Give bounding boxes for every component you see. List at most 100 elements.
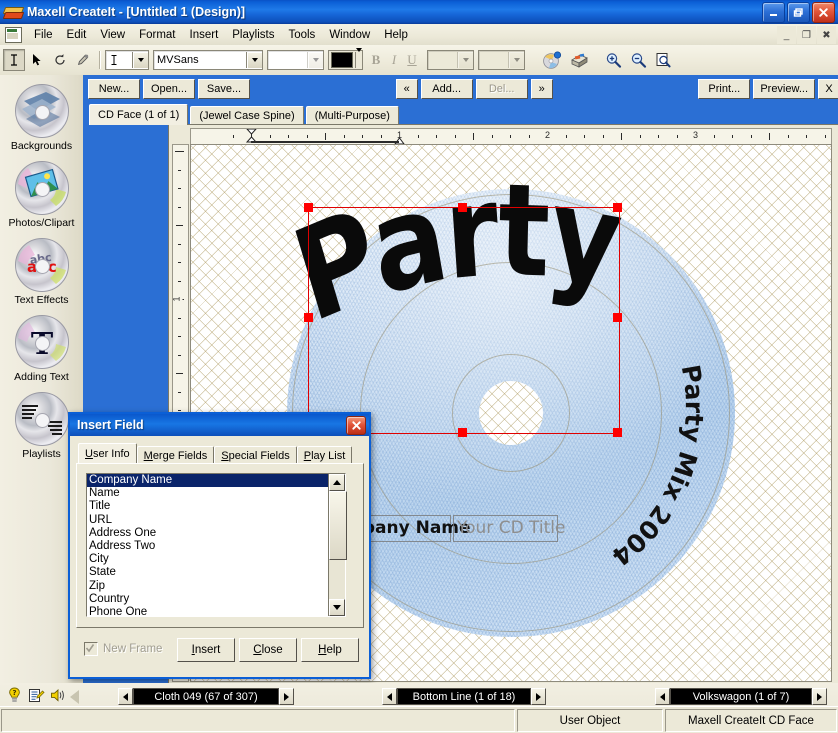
field-list-item[interactable]: URL	[87, 514, 328, 527]
field-list-item[interactable]: Company Name	[87, 474, 328, 488]
scroll-down-button[interactable]	[329, 599, 345, 616]
minimize-button[interactable]	[762, 2, 785, 23]
clipart-spinner[interactable]: Volkswagon (1 of 7)	[655, 688, 827, 705]
bottomline-prev-button[interactable]	[382, 688, 397, 705]
background-next-button[interactable]	[279, 688, 294, 705]
extra-combo-2[interactable]	[478, 50, 525, 70]
eyedropper-tool-icon[interactable]	[72, 49, 94, 71]
text-color-combo[interactable]	[328, 48, 363, 70]
bold-button[interactable]: B	[367, 51, 385, 69]
clipart-next-button[interactable]	[812, 688, 827, 705]
print-setup-icon[interactable]	[566, 49, 592, 71]
field-list-item[interactable]: City	[87, 553, 328, 566]
mdi-close-button[interactable]: ✖	[817, 26, 836, 44]
field-list-item[interactable]: Zip	[87, 580, 328, 593]
dialog-tab-user-info[interactable]: User Info	[78, 443, 137, 464]
close-dialog-button[interactable]: Close	[239, 638, 297, 662]
field-list-item[interactable]: Address One	[87, 527, 328, 540]
print-button[interactable]: Print...	[698, 79, 751, 99]
font-dropdown-arrow[interactable]	[246, 52, 262, 68]
sidebar-item-text-effects[interactable]: abc abc Text Effects	[0, 229, 83, 306]
field-list-item[interactable]: Phone One	[87, 606, 328, 616]
background-spinner[interactable]: Cloth 049 (67 of 307)	[118, 688, 294, 705]
sidebar-item-backgrounds[interactable]: Backgrounds	[0, 75, 83, 152]
help-button[interactable]: Help	[301, 638, 359, 662]
selection-handle-mr[interactable]	[613, 313, 622, 322]
sidebar-item-photos-clipart[interactable]: Photos/Clipart	[0, 152, 83, 229]
background-prev-button[interactable]	[118, 688, 133, 705]
menu-window[interactable]: Window	[322, 27, 377, 43]
field-list-container[interactable]: Company Name Name Title URL Address One Addre…	[86, 473, 347, 617]
underline-button[interactable]: U	[403, 51, 421, 69]
selection-handle-tr[interactable]	[613, 203, 622, 212]
bottomline-next-button[interactable]	[531, 688, 546, 705]
selection-handle-ml[interactable]	[304, 313, 313, 322]
new-button[interactable]: New...	[88, 79, 140, 99]
zoom-page-icon[interactable]	[651, 49, 675, 71]
close-document-button[interactable]: X	[818, 79, 838, 99]
menu-tools[interactable]: Tools	[281, 27, 322, 43]
new-frame-checkbox-group[interactable]: New Frame	[84, 642, 162, 656]
menu-edit[interactable]: Edit	[60, 27, 94, 43]
next-page-button[interactable]: »	[530, 79, 553, 99]
menu-help[interactable]: Help	[377, 27, 415, 43]
notes-icon[interactable]	[28, 687, 45, 704]
save-button[interactable]: Save...	[198, 79, 250, 99]
selection-handle-tc[interactable]	[458, 203, 467, 212]
document-icon[interactable]	[5, 26, 22, 43]
field-list-item[interactable]: Country	[87, 593, 328, 606]
scroll-up-button[interactable]	[329, 474, 345, 491]
cd-preview-icon[interactable]	[539, 49, 565, 71]
zoom-in-icon[interactable]	[601, 49, 625, 71]
field-list-item[interactable]: Address Two	[87, 540, 328, 553]
preview-button[interactable]: Preview...	[753, 79, 815, 99]
horizontal-ruler[interactable]: 123	[190, 128, 832, 145]
rotate-tool-icon[interactable]	[49, 49, 71, 71]
insert-button[interactable]: Insert	[177, 638, 235, 662]
menu-file[interactable]: File	[27, 27, 60, 43]
dialog-tab-merge-fields[interactable]: Merge Fields	[136, 446, 215, 464]
open-button[interactable]: Open...	[143, 79, 195, 99]
field-list[interactable]: Company Name Name Title URL Address One Addre…	[87, 474, 328, 616]
zoom-out-icon[interactable]	[626, 49, 650, 71]
selection-handle-bc[interactable]	[458, 428, 467, 437]
selection-handle-br[interactable]	[613, 428, 622, 437]
dialog-tab-play-list[interactable]: Play List	[296, 446, 353, 464]
menu-view[interactable]: View	[93, 27, 132, 43]
delete-page-button[interactable]: Del...	[475, 79, 528, 99]
bottomline-spinner[interactable]: Bottom Line (1 of 18)	[382, 688, 546, 705]
menu-insert[interactable]: Insert	[183, 27, 226, 43]
dialog-tab-special-fields[interactable]: Special Fields	[214, 446, 297, 464]
clipart-prev-button[interactable]	[655, 688, 670, 705]
scroll-track[interactable]	[329, 491, 347, 599]
tab-multi-purpose[interactable]: (Multi-Purpose)	[305, 106, 399, 125]
extra-combo-2-arrow[interactable]	[508, 52, 524, 68]
new-frame-checkbox[interactable]	[84, 642, 98, 656]
dialog-close-icon[interactable]	[346, 415, 366, 435]
sidebar-item-adding-text[interactable]: T Adding Text	[0, 306, 83, 383]
tab-cd-face[interactable]: CD Face (1 of 1)	[89, 104, 189, 125]
field-list-scrollbar[interactable]	[328, 474, 347, 616]
italic-button[interactable]: I	[385, 51, 403, 69]
sound-icon[interactable]	[50, 687, 67, 704]
font-size-combo[interactable]	[267, 50, 324, 70]
extra-combo-1-arrow[interactable]	[457, 52, 473, 68]
extra-combo-1[interactable]	[427, 50, 474, 70]
field-list-item[interactable]: Title	[87, 500, 328, 513]
pointer-tool-icon[interactable]	[26, 49, 48, 71]
mdi-minimize-button[interactable]: _	[777, 26, 796, 44]
menu-format[interactable]: Format	[132, 27, 182, 43]
selection-handle-tl[interactable]	[304, 203, 313, 212]
text-style-combo[interactable]	[105, 50, 149, 70]
text-tool-icon[interactable]	[3, 49, 25, 71]
field-list-item[interactable]: State	[87, 566, 328, 579]
status-prev-arrow[interactable]	[70, 690, 79, 704]
mdi-restore-button[interactable]: ❐	[797, 26, 816, 44]
prev-page-button[interactable]: «	[395, 79, 418, 99]
tab-jewel-case-spine[interactable]: (Jewel Case Spine)	[190, 106, 304, 125]
font-combo[interactable]: MVSans	[153, 50, 263, 70]
menu-playlists[interactable]: Playlists	[225, 27, 281, 43]
restore-button[interactable]	[787, 2, 810, 23]
scroll-thumb[interactable]	[329, 491, 347, 560]
add-page-button[interactable]: Add...	[420, 79, 473, 99]
